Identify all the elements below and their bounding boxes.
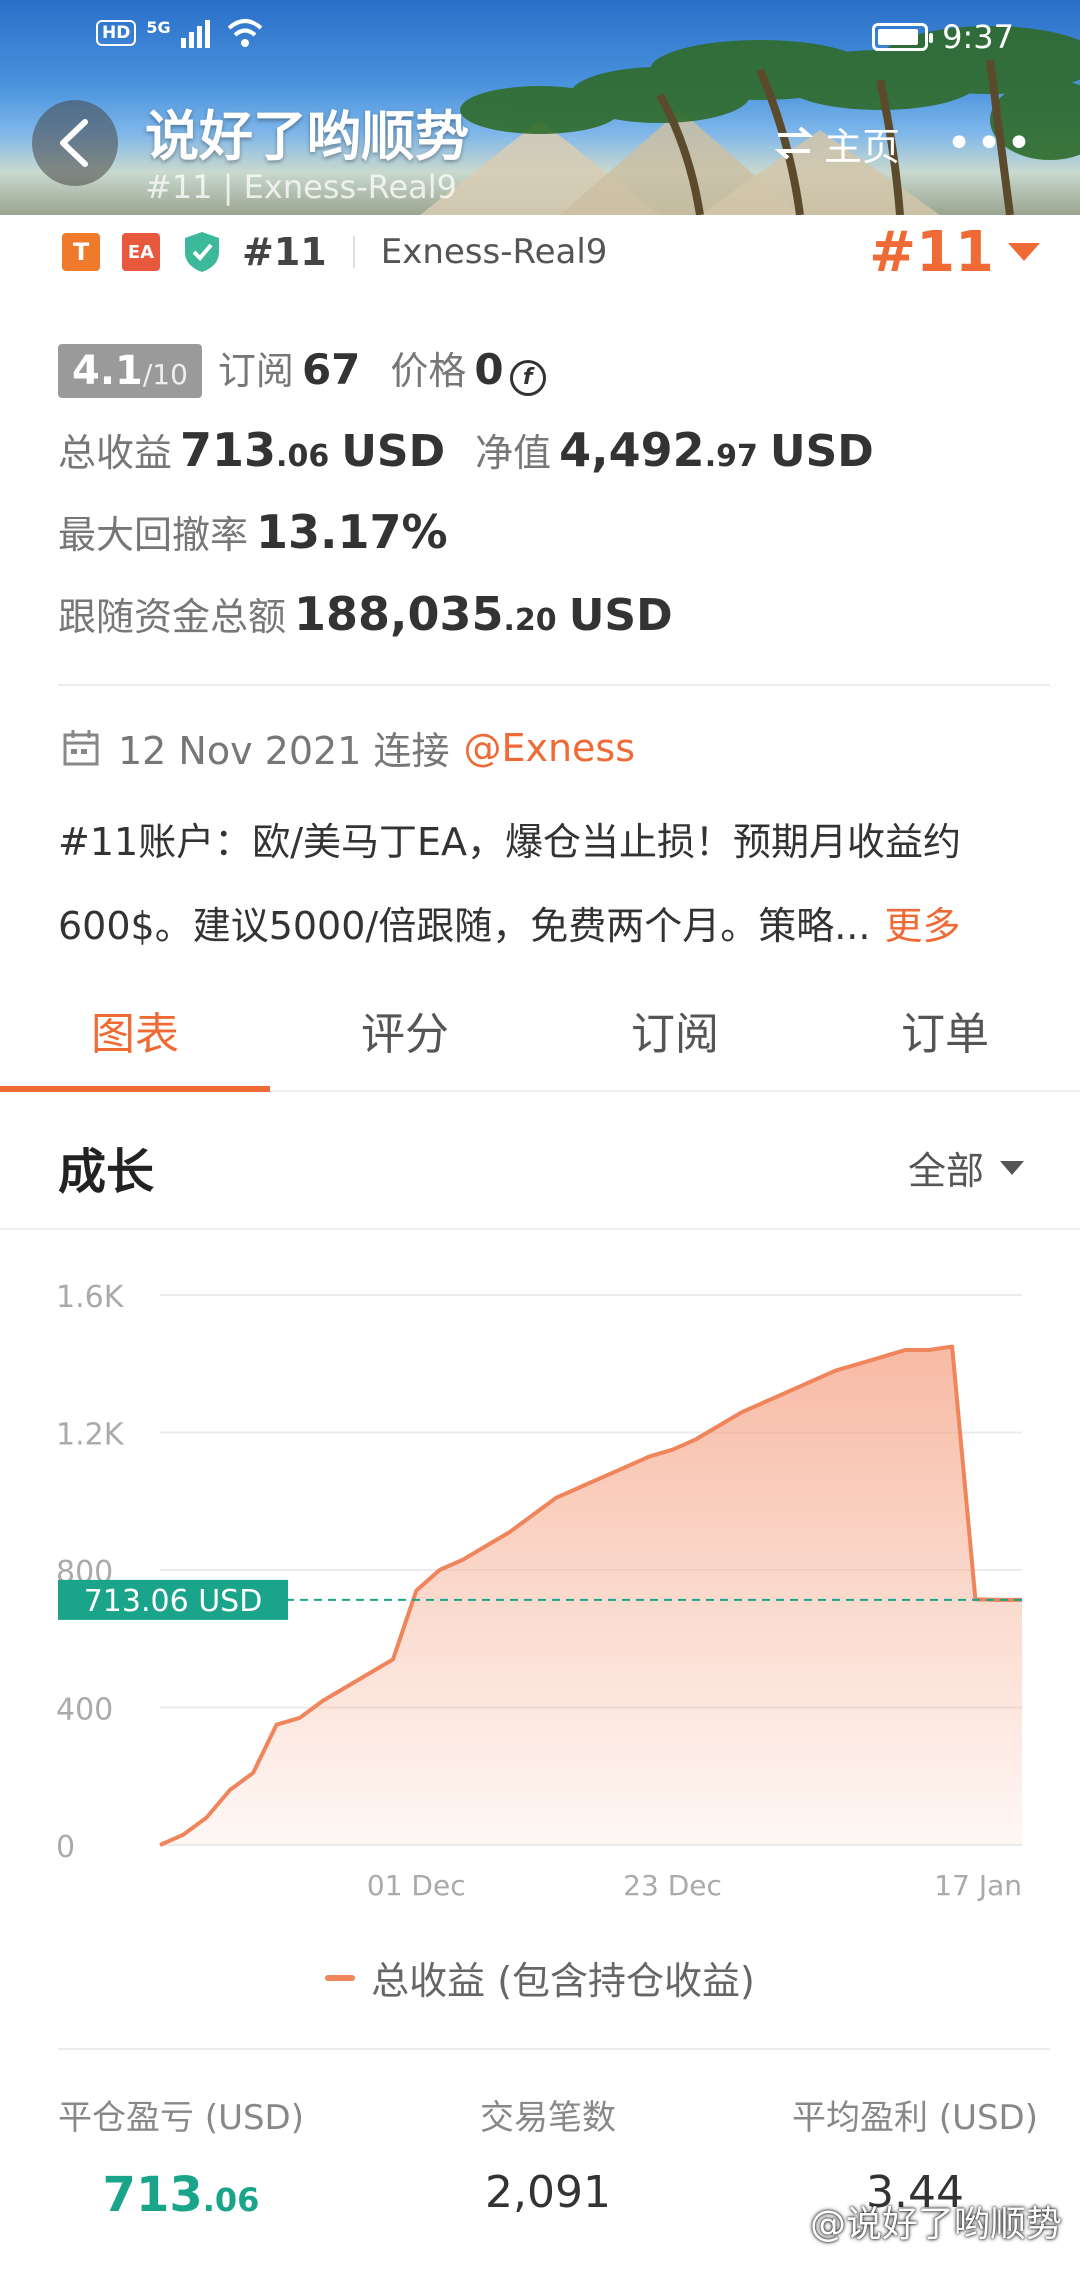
follow-label: 跟随资金总额: [58, 595, 287, 639]
caret-down-icon: [1008, 243, 1040, 261]
profit-unit: USD: [341, 426, 446, 477]
header-banner: HD 5G 9:37 说好了哟顺势 #11 | Exness-Real9 主页 …: [0, 0, 1080, 215]
y-tick-label: 1.2K: [56, 1418, 125, 1453]
broker-link[interactable]: @Exness: [463, 726, 635, 770]
y-tick-label: 1.6K: [56, 1280, 125, 1315]
x-tick-label: 23 Dec: [623, 1869, 722, 1902]
home-label: 主页: [824, 124, 901, 169]
connect-date: 12 Nov 2021 连接: [118, 729, 450, 773]
tab-bar: 图表 评分 订阅 订单: [0, 980, 1080, 1092]
watermark: @说好了哟顺势: [809, 2204, 1062, 2245]
drawdown-label: 最大回撤率: [58, 513, 249, 557]
chart-legend: 总收益 (包含持仓收益): [0, 1950, 1080, 2005]
calendar-icon: [63, 729, 99, 765]
stats-block: 4.1/10 订阅 67 价格 0 f 总收益 713.06 USD 净值 4,…: [58, 340, 1038, 668]
more-link[interactable]: 更多: [884, 904, 960, 948]
strategy-description: #11账户：欧/美马丁EA，爆仓当止损！预期月收益约 600$。建议5000/倍…: [58, 820, 962, 948]
y-tick-label: 0: [56, 1830, 75, 1865]
rank-value: #11: [869, 219, 994, 285]
status-time: 9:37: [942, 18, 1014, 56]
price-label: 价格: [390, 349, 467, 393]
rank-dropdown[interactable]: #11: [869, 220, 1040, 285]
hd-badge: HD: [96, 20, 137, 46]
connect-date-row: 12 Nov 2021 连接 @Exness: [62, 720, 635, 775]
tag-ea-badge: EA: [122, 233, 160, 271]
equity-value: 4,492.97: [559, 423, 758, 477]
drawdown-value: 13.17%: [256, 505, 448, 559]
follow-value: 188,035.20: [294, 587, 557, 641]
tab-chart[interactable]: 图表: [0, 980, 270, 1092]
page-subtitle: #11 | Exness-Real9: [145, 168, 458, 206]
signal-icon: [180, 20, 210, 48]
home-button[interactable]: 主页: [760, 112, 914, 174]
coin-icon: f: [509, 359, 546, 396]
series-area: [160, 1346, 1022, 1845]
trade-count: 交易笔数 2,091: [480, 2098, 616, 2218]
profit-value: 713.06: [180, 423, 330, 477]
subs-value: 67: [301, 345, 361, 394]
tab-rating[interactable]: 评分: [270, 980, 540, 1090]
tag-t-badge: T: [62, 233, 100, 271]
verified-shield-icon: [185, 232, 219, 272]
current-value-label: 713.06 USD: [84, 1584, 263, 1619]
server-name: Exness-Real9: [380, 232, 608, 272]
equity-unit: USD: [769, 426, 874, 477]
divider: [352, 236, 355, 268]
x-tick-label: 17 Jan: [934, 1869, 1022, 1902]
more-options-button[interactable]: •••: [946, 122, 1036, 166]
battery-icon: [872, 23, 934, 51]
tab-subscribe[interactable]: 订阅: [540, 980, 810, 1090]
growth-section-header: 成长 全部: [0, 1092, 1080, 1230]
page-title: 说好了哟顺势: [145, 105, 469, 168]
growth-chart: 0 400 800 1.2K 1.6K 01 Dec 23 Dec 17 Jan 713.06 …: [0, 1240, 1080, 1920]
y-tick-label: 400: [56, 1693, 113, 1728]
score-badge: 4.1/10: [58, 344, 202, 398]
follow-unit: USD: [568, 590, 673, 641]
wifi-icon: [227, 19, 262, 47]
chevron-left-icon: [60, 119, 88, 167]
growth-chart-svg: 04008001.2K1.6K01 Dec 23 Dec 17 Jan713.06 …: [56, 1280, 1022, 1902]
profit-label: 总收益: [58, 431, 173, 475]
caret-down-icon: [1000, 1160, 1024, 1175]
range-value: 全部: [907, 1149, 984, 1193]
swap-icon: [774, 126, 814, 160]
legend-swatch: [325, 1974, 356, 1981]
equity-label: 净值: [475, 431, 552, 475]
subs-label: 订阅: [217, 349, 294, 393]
tab-orders[interactable]: 订单: [810, 980, 1080, 1090]
closed-pnl: 平仓盈亏 (USD) 713.06: [58, 2098, 304, 2223]
divider: [58, 684, 1050, 686]
account-number: #11: [242, 230, 327, 274]
range-dropdown[interactable]: 全部: [908, 1140, 1024, 1195]
x-tick-label: 01 Dec: [367, 1869, 466, 1902]
status-bar: HD 5G 9:37: [0, 18, 1080, 58]
legend-label: 总收益 (包含持仓收益): [371, 1959, 755, 2003]
divider: [58, 2048, 1050, 2050]
network-label: 5G: [146, 18, 171, 37]
back-button[interactable]: [32, 100, 118, 186]
section-title: 成长: [58, 1144, 155, 1200]
account-row: T EA #11 Exness-Real9 #11: [62, 220, 1040, 285]
price-value: 0: [474, 345, 504, 394]
